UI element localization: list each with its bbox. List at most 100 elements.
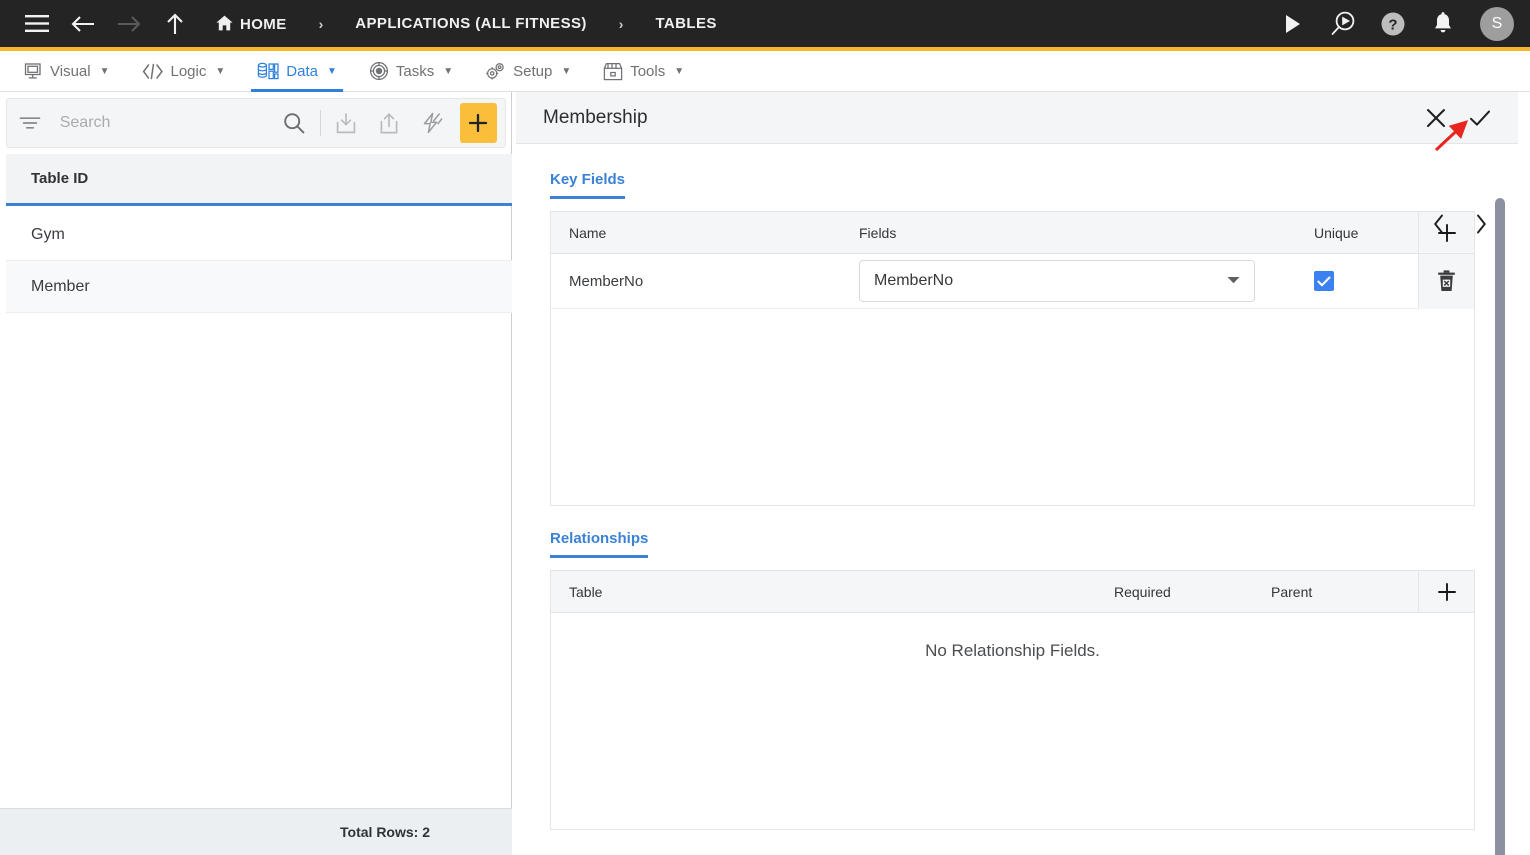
menu-label-logic: Logic [170, 62, 207, 80]
tab-relationships[interactable]: Relationships [550, 530, 649, 558]
column-header-table: Table [569, 583, 603, 600]
menu-label-visual: Visual [50, 62, 91, 80]
next-record-icon[interactable] [1470, 213, 1492, 235]
prev-record-icon[interactable] [1428, 213, 1450, 235]
back-arrow-icon[interactable] [60, 0, 106, 47]
import-icon[interactable] [325, 98, 368, 148]
record-pager [1428, 213, 1492, 235]
close-icon[interactable] [1422, 104, 1450, 132]
chevron-down-icon: ▼ [674, 65, 685, 77]
relationships-grid: Table Required Parent No Relationship Fi… [550, 570, 1475, 830]
detail-header: Membership [516, 92, 1518, 144]
menu-item-logic[interactable]: Logic ▼ [132, 51, 236, 92]
database-grid-icon [257, 62, 279, 81]
export-icon[interactable] [368, 98, 411, 148]
column-header-required: Required [1114, 583, 1171, 600]
breadcrumb-item-applications[interactable]: APPLICATIONS (ALL FITNESS) [349, 15, 593, 32]
key-field-unique-cell [1296, 271, 1416, 291]
menu-item-data[interactable]: Data ▼ [247, 51, 347, 92]
menu-label-tools: Tools [630, 62, 666, 80]
table-row-name: Member [31, 277, 90, 295]
run-play-icon[interactable] [1270, 0, 1316, 47]
chevron-down-icon [1227, 276, 1240, 287]
application-window: HOME › APPLICATIONS (ALL FITNESS) › TABL… [0, 0, 1530, 855]
avatar[interactable]: S [1480, 6, 1514, 41]
table-row-name: Gym [31, 225, 65, 243]
menu-item-tasks[interactable]: Tasks ▼ [359, 51, 463, 92]
chevron-down-icon: ▼ [443, 65, 454, 77]
table-list-rows: Gym Member [6, 209, 512, 313]
menu-item-setup[interactable]: Setup ▼ [475, 51, 581, 92]
menu-item-visual[interactable]: Visual ▼ [14, 51, 120, 92]
status-bar: Total Rows: 2 [0, 808, 512, 855]
table-list-header[interactable]: Table ID [6, 154, 512, 206]
page-title: Membership [543, 106, 648, 128]
search-icon[interactable] [273, 98, 316, 148]
chevron-down-icon: ▼ [326, 65, 337, 77]
lightning-icon[interactable] [411, 98, 454, 148]
add-relationship-button[interactable] [1418, 570, 1474, 613]
svg-text:?: ? [1388, 16, 1397, 33]
total-rows-label: Total Rows: 2 [340, 824, 430, 840]
forward-arrow-icon[interactable] [106, 0, 152, 47]
detail-body: Key Fields Name Fields Unique MemberNo M… [516, 145, 1518, 855]
menu-label-tasks: Tasks [395, 62, 435, 80]
relationships-header-row: Table Required Parent [551, 570, 1474, 613]
tables-list-panel: Table ID Gym Member Total Rows: 2 [0, 92, 512, 855]
breadcrumb-item-home[interactable]: HOME [210, 15, 293, 33]
column-header-fields: Fields [859, 224, 897, 241]
search-toolbar [6, 98, 506, 148]
table-row: MemberNo MemberNo [551, 253, 1474, 309]
key-fields-header-row: Name Fields Unique [551, 211, 1474, 254]
list-item[interactable]: Gym [6, 209, 512, 261]
menu-label-setup: Setup [513, 62, 553, 80]
toolbox-icon [603, 62, 623, 81]
breadcrumb-separator: › [318, 15, 324, 32]
column-header-parent: Parent [1271, 583, 1313, 600]
detail-header-actions [1422, 104, 1518, 132]
add-table-button[interactable] [459, 103, 497, 143]
key-field-select[interactable]: MemberNo [859, 260, 1255, 302]
breadcrumb-item-tables[interactable]: TABLES [649, 15, 722, 32]
unique-checkbox[interactable] [1314, 271, 1334, 291]
relationships-empty-message: No Relationship Fields. [925, 641, 1100, 660]
breadcrumb-separator: › [618, 15, 624, 32]
scrollbar-thumb[interactable] [1495, 198, 1505, 855]
breadcrumb-label-home: HOME [240, 15, 287, 33]
key-fields-grid: Name Fields Unique MemberNo MemberNo [550, 211, 1475, 506]
column-header-name: Name [569, 224, 607, 241]
up-arrow-icon[interactable] [152, 0, 198, 47]
tab-key-fields[interactable]: Key Fields [550, 171, 626, 199]
confirm-save-icon[interactable] [1466, 104, 1494, 132]
table-detail-panel: Membership Key Fields Name Fields Unique… [513, 92, 1530, 855]
toolbar-divider [319, 110, 321, 136]
key-field-fields-cell: MemberNo [841, 260, 1296, 302]
search-run-icon[interactable] [1320, 0, 1366, 47]
code-brackets-icon [142, 63, 164, 80]
list-item[interactable]: Member [6, 261, 512, 313]
chevron-down-icon: ▼ [99, 65, 110, 77]
target-gear-icon [369, 61, 389, 81]
menu-item-tools[interactable]: Tools ▼ [593, 51, 694, 92]
detail-scrollbar[interactable] [1491, 198, 1509, 855]
chevron-down-icon: ▼ [215, 65, 226, 77]
home-icon [216, 15, 233, 31]
monitor-icon [24, 62, 43, 81]
top-navigation-bar: HOME › APPLICATIONS (ALL FITNESS) › TABL… [0, 0, 1530, 47]
module-menu-bar: Visual ▼ Logic ▼ Data ▼ Tasks ▼ Setup ▼ … [0, 51, 1530, 92]
breadcrumb: HOME › APPLICATIONS (ALL FITNESS) › TABL… [210, 15, 723, 33]
key-field-select-value: MemberNo [874, 272, 954, 289]
gears-icon [485, 61, 506, 81]
column-header-table-id: Table ID [31, 170, 89, 187]
column-header-unique: Unique [1314, 224, 1359, 241]
filter-icon[interactable] [7, 116, 54, 130]
topbar-actions: ? S [1270, 0, 1522, 47]
search-input[interactable] [53, 114, 273, 132]
key-field-name: MemberNo [569, 272, 644, 290]
menu-label-data: Data [286, 62, 318, 80]
chevron-down-icon: ▼ [561, 65, 572, 77]
hamburger-icon[interactable] [14, 0, 60, 47]
notifications-bell-icon[interactable] [1420, 0, 1466, 47]
delete-key-field-button[interactable] [1418, 253, 1474, 309]
help-icon[interactable]: ? [1370, 0, 1416, 47]
